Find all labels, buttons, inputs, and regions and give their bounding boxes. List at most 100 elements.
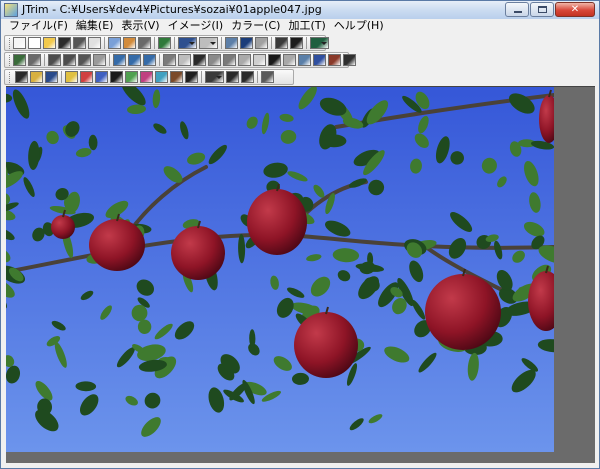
sharpen-icon[interactable] — [298, 54, 311, 66]
menu-item[interactable]: 表示(V) — [117, 19, 163, 33]
crop-icon[interactable] — [13, 54, 26, 66]
maximize-icon — [538, 6, 547, 13]
hatch-filter-icon[interactable] — [223, 54, 236, 66]
mosaic-icon[interactable] — [185, 71, 198, 83]
toolbar-group-file-edit — [4, 35, 329, 51]
tone-curve-icon[interactable] — [125, 71, 138, 83]
frame-icon[interactable] — [93, 54, 106, 66]
sun-filter-icon[interactable] — [193, 54, 206, 66]
apple — [51, 215, 75, 239]
apple — [425, 274, 501, 350]
eraser-icon[interactable] — [328, 54, 341, 66]
toolbar-separator — [257, 71, 258, 83]
pen-icon[interactable] — [313, 54, 326, 66]
print-icon[interactable] — [73, 37, 86, 49]
toolbar-row-1 — [1, 34, 599, 51]
menu-item[interactable]: イメージ(I) — [164, 19, 228, 33]
toolbar-separator — [271, 37, 272, 49]
fill-icon[interactable] — [158, 37, 171, 49]
copy-icon[interactable] — [108, 37, 121, 49]
rotate-right-icon[interactable] — [63, 54, 76, 66]
window-controls: ✕ — [505, 2, 595, 17]
mono-icon[interactable] — [268, 54, 281, 66]
minimize-button[interactable] — [505, 2, 529, 17]
menu-item[interactable]: ファイル(F) — [5, 19, 72, 33]
print-preview-icon[interactable] — [88, 37, 101, 49]
apple-photo — [6, 87, 554, 452]
minimize-icon — [514, 11, 522, 13]
window-title: JTrim - C:¥Users¥dev4¥Pictures¥sozai¥01a… — [22, 3, 322, 16]
toolbar-separator — [61, 71, 62, 83]
auto-level-icon[interactable] — [65, 71, 78, 83]
toolbar-grip[interactable] — [9, 54, 10, 66]
toolbar-separator — [201, 71, 202, 83]
film-icon[interactable] — [283, 54, 296, 66]
display-mode-icon[interactable] — [310, 37, 329, 49]
resize-icon[interactable] — [28, 54, 41, 66]
image-canvas[interactable] — [6, 86, 595, 463]
toolbar-separator — [174, 37, 175, 49]
emboss-icon[interactable] — [253, 54, 266, 66]
shape-icon[interactable] — [255, 37, 268, 49]
contrast-icon[interactable] — [30, 71, 43, 83]
app-window: JTrim - C:¥Users¥dev4¥Pictures¥sozai¥01a… — [0, 0, 600, 469]
zoom-fit-icon[interactable] — [225, 37, 238, 49]
menu-item[interactable]: 編集(E) — [72, 19, 118, 33]
color-balance-icon[interactable] — [80, 71, 93, 83]
palette-icon[interactable] — [170, 71, 183, 83]
ruler-icon[interactable] — [290, 37, 303, 49]
toolbar-separator — [221, 37, 222, 49]
toolbar-separator — [44, 54, 45, 66]
brightness-icon[interactable] — [15, 71, 28, 83]
color-replace-icon[interactable] — [155, 71, 168, 83]
app-icon[interactable] — [4, 3, 18, 17]
toolbar-separator — [154, 37, 155, 49]
copy-window-icon[interactable] — [13, 37, 26, 49]
posterize-icon[interactable] — [140, 71, 153, 83]
wave-filter-icon[interactable] — [208, 54, 221, 66]
flip-icon[interactable] — [78, 54, 91, 66]
layers-icon[interactable] — [163, 54, 176, 66]
apple — [171, 226, 225, 280]
rotate-free-icon[interactable] — [143, 54, 156, 66]
menu-item[interactable]: ヘルプ(H) — [330, 19, 388, 33]
redo-icon[interactable] — [199, 37, 218, 49]
text-icon[interactable] — [240, 37, 253, 49]
toolbar-group-image-filters — [4, 52, 356, 68]
zoom-icon[interactable] — [205, 71, 224, 83]
paste-icon[interactable] — [123, 37, 136, 49]
shadow-icon[interactable] — [178, 54, 191, 66]
toolbar-separator — [159, 54, 160, 66]
status-bar — [1, 463, 599, 468]
toolbar-grip[interactable] — [9, 71, 12, 83]
gamma-icon[interactable] — [45, 71, 58, 83]
toolbar-row-3 — [1, 68, 599, 85]
menu-item[interactable]: カラー(C) — [227, 19, 284, 33]
apple — [89, 219, 145, 271]
open-folder-icon[interactable] — [43, 37, 56, 49]
toolbar-group-color-view — [4, 69, 294, 85]
spiral-icon[interactable] — [343, 54, 356, 66]
eyedropper-icon[interactable] — [261, 71, 274, 83]
menu-item[interactable]: 加工(T) — [284, 19, 329, 33]
hue-icon[interactable] — [95, 71, 108, 83]
new-file-icon[interactable] — [28, 37, 41, 49]
apple — [294, 312, 358, 378]
blur-filter-icon[interactable] — [238, 54, 251, 66]
rotate-left-icon[interactable] — [48, 54, 61, 66]
maximize-button[interactable] — [530, 2, 554, 17]
saturation-icon[interactable] — [110, 71, 123, 83]
rotate-ccw-icon[interactable] — [113, 54, 126, 66]
toolbar-grip[interactable] — [9, 37, 10, 49]
toolbar-separator — [104, 37, 105, 49]
save-icon[interactable] — [58, 37, 71, 49]
toolbar-row-2 — [1, 51, 599, 68]
zoom-in-icon[interactable] — [226, 71, 239, 83]
paste-new-icon[interactable] — [138, 37, 151, 49]
close-button[interactable]: ✕ — [555, 2, 595, 17]
zoom-out-icon[interactable] — [241, 71, 254, 83]
apple — [247, 189, 307, 255]
grid-icon[interactable] — [275, 37, 288, 49]
undo-icon[interactable] — [178, 37, 197, 49]
rotate-cw-icon[interactable] — [128, 54, 141, 66]
